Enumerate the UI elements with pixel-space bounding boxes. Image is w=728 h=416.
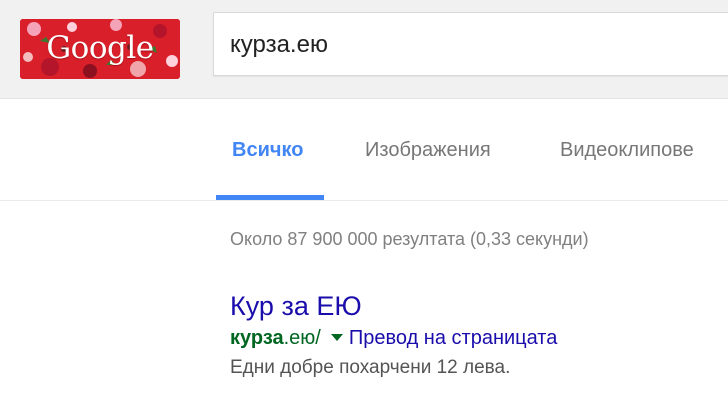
search-result: Кур за ЕЮ курза.ею/Превод на страницата … (230, 290, 728, 380)
url-dropdown-arrow-icon[interactable] (330, 334, 343, 341)
search-input[interactable] (230, 27, 710, 63)
result-url: курза.ею/ (230, 327, 321, 349)
tab-all[interactable]: Всичко (232, 139, 303, 162)
result-title-link[interactable]: Кур за ЕЮ (230, 290, 728, 322)
result-url-rest: .ею/ (283, 327, 321, 349)
result-url-line: курза.ею/Превод на страницата (230, 326, 728, 350)
tab-images[interactable]: Изображения (365, 139, 491, 162)
search-box[interactable] (213, 12, 728, 76)
result-stats: Около 87 900 000 резултата (0,33 секунди… (230, 229, 589, 249)
active-tab-indicator (216, 195, 324, 200)
google-doodle-logo[interactable]: Google (20, 19, 180, 79)
translate-page-link[interactable]: Превод на страницата (349, 327, 557, 349)
search-header: Google (0, 0, 728, 99)
result-snippet: Едни добре похарчени 12 лева. (230, 357, 511, 378)
tab-videos[interactable]: Видеоклипове (560, 139, 694, 162)
result-url-bold: курза (230, 327, 284, 349)
search-tabs: Всичко Изображения Видеоклипове (0, 99, 728, 201)
logo-text: Google (46, 30, 154, 66)
